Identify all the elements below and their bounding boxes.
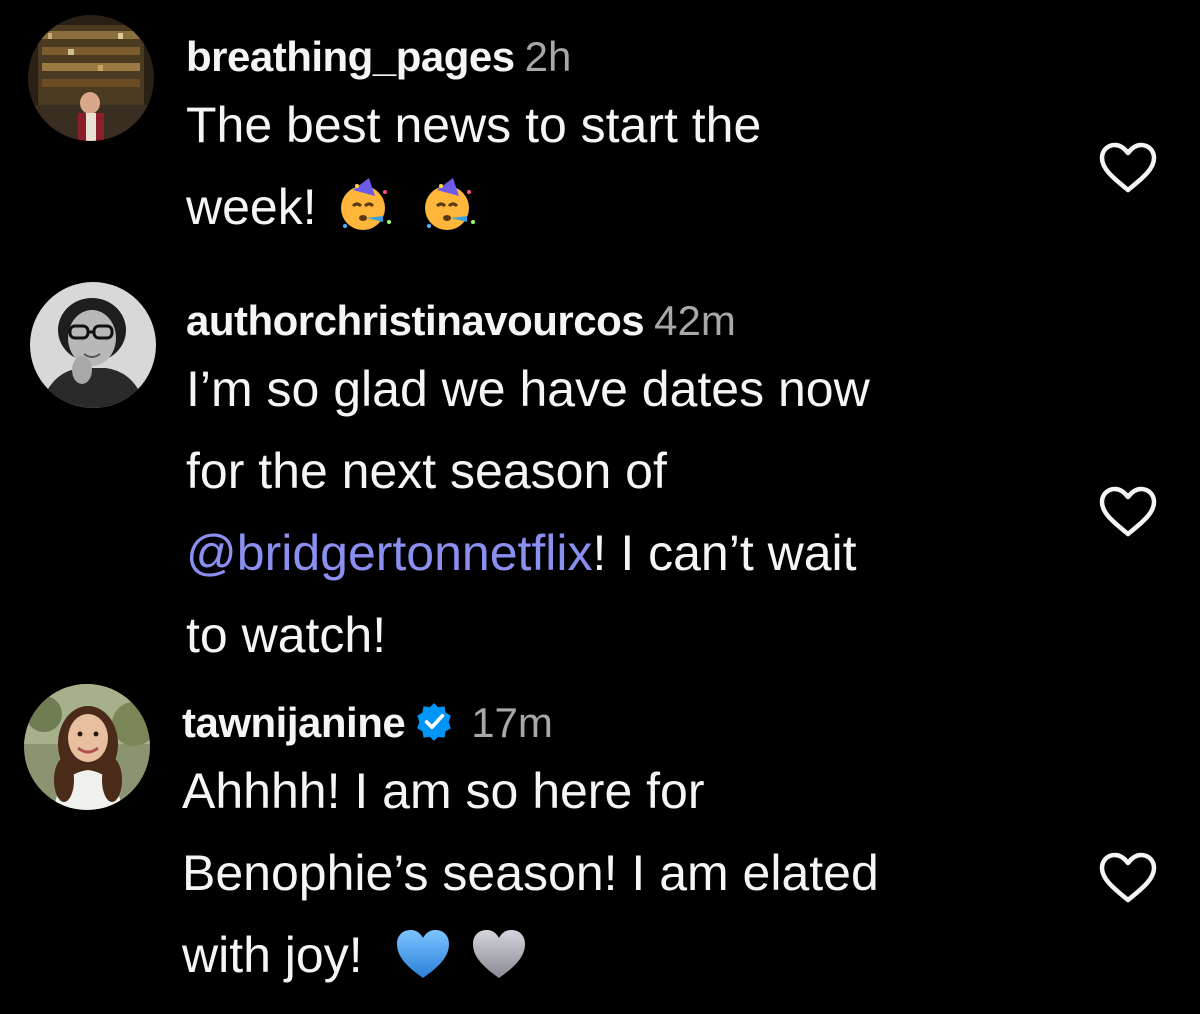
comment-line: with joy!: [182, 927, 363, 983]
comment-text: Ahhhh! I am so here for Benophie’s seaso…: [182, 750, 1062, 996]
comment-line: to watch!: [186, 607, 387, 663]
avatar[interactable]: [28, 15, 154, 141]
username[interactable]: breathing_pages: [186, 33, 515, 80]
heart-outline-icon: [1099, 852, 1157, 903]
partying-face-emoji: [419, 176, 479, 236]
comment-body: tawnijanine 17m Ahhhh! I am so here for …: [182, 698, 1062, 996]
comment-line: week!: [186, 179, 317, 235]
comment-header: authorchristinavourcos 42m: [186, 296, 1066, 346]
comment-body: authorchristinavourcos 42m I’m so glad we…: [186, 296, 1066, 676]
comment-line-with-emojis: week!: [186, 166, 1066, 248]
comment-line: for the next season of: [186, 443, 667, 499]
comment-line: The best news to start the: [186, 97, 762, 153]
comment-line: Benophie’s season! I am elated: [182, 845, 879, 901]
username[interactable]: tawnijanine: [182, 699, 406, 746]
like-button[interactable]: [1096, 484, 1160, 540]
grey-heart-emoji: [469, 924, 529, 984]
comment-line: I’m so glad we have dates now: [186, 361, 870, 417]
timestamp: 42m: [654, 297, 736, 344]
comment-header: breathing_pages 2h: [186, 32, 1066, 82]
comment-body: breathing_pages 2h The best news to start…: [186, 32, 1066, 248]
like-button[interactable]: [1096, 140, 1160, 196]
timestamp: 2h: [524, 33, 572, 80]
blue-heart-emoji: [393, 924, 453, 984]
timestamp: 17m: [471, 699, 553, 746]
verified-badge-icon: [413, 701, 455, 743]
mention-link[interactable]: @bridgertonnetflix: [186, 525, 593, 581]
avatar[interactable]: [24, 684, 150, 810]
avatar[interactable]: [30, 282, 156, 408]
comment-line-with-emojis: with joy!: [182, 914, 1062, 996]
heart-outline-icon: [1099, 486, 1157, 537]
comment-line: Ahhhh! I am so here for: [182, 763, 705, 819]
comment-text: I’m so glad we have dates now for the ne…: [186, 348, 1066, 676]
comment-line: ! I can’t wait: [592, 525, 857, 581]
username[interactable]: authorchristinavourcos: [186, 297, 645, 344]
heart-outline-icon: [1099, 142, 1157, 193]
comment-text: The best news to start the week!: [186, 84, 1066, 248]
comment-header: tawnijanine 17m: [182, 698, 1062, 748]
partying-face-emoji: [335, 176, 395, 236]
like-button[interactable]: [1096, 850, 1160, 906]
comment-line-with-mention: @bridgertonnetflix! I can’t wait: [186, 512, 1066, 594]
